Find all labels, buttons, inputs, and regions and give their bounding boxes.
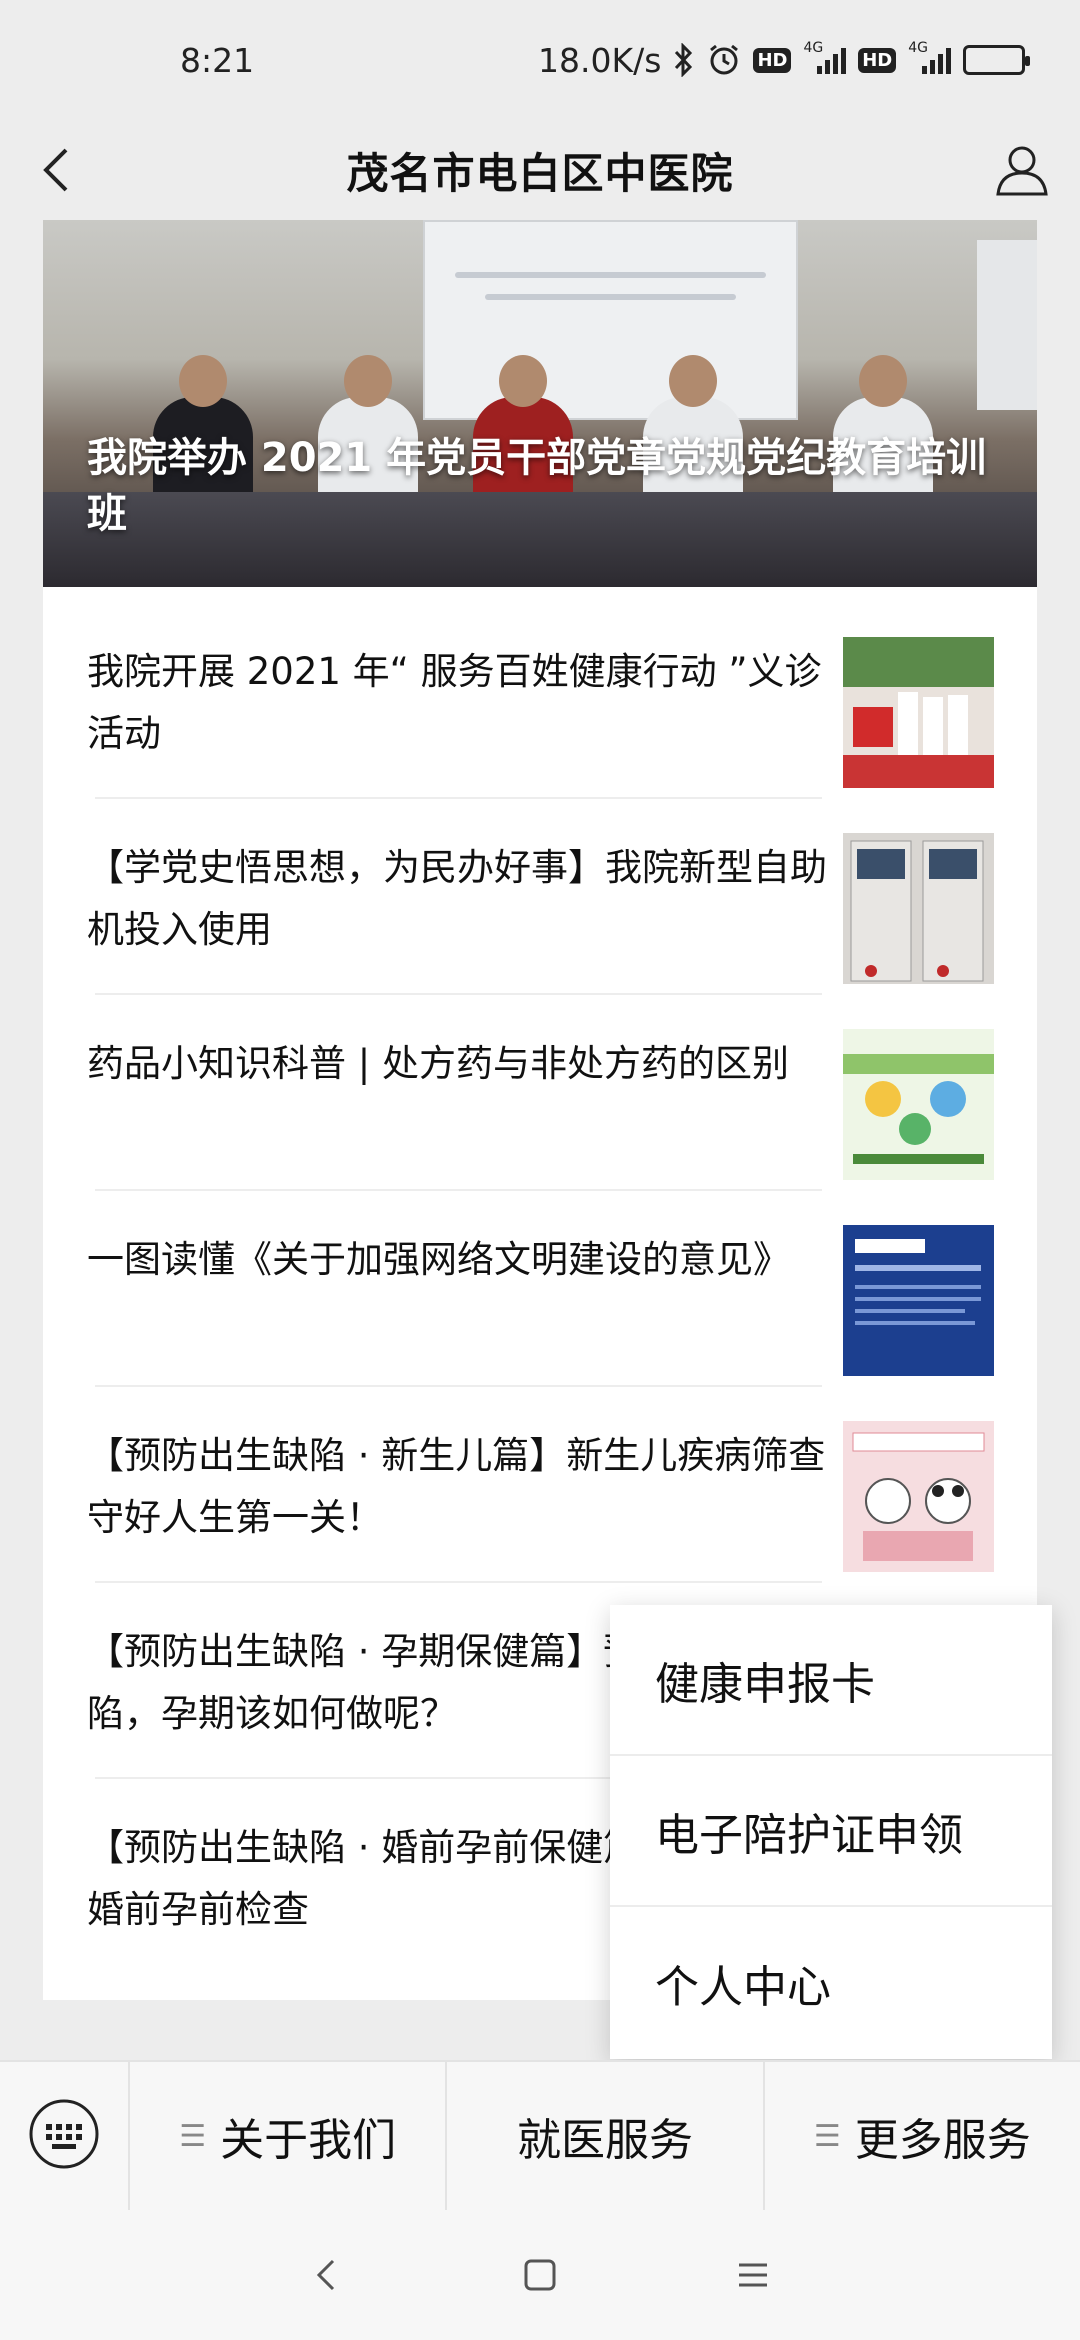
news-thumbnail	[843, 1421, 994, 1572]
recents-nav-icon[interactable]	[718, 2240, 788, 2310]
nav-header: 茂名市电白区中医院	[0, 120, 1080, 220]
banner-caption: 我院举办 2021 年党员干部党章党规党纪教育培训班	[87, 435, 987, 537]
status-time: 8:21	[180, 40, 255, 80]
featured-banner[interactable]: 我院举办 2021 年党员干部党章党规党纪教育培训班	[43, 220, 1037, 587]
list-item[interactable]: 【预防出生缺陷 · 新生儿篇】新生儿疾病筛查 守好人生第一关！	[43, 1371, 1037, 1583]
list-item[interactable]: 药品小知识科普 | 处方药与非处方药的区别	[43, 979, 1037, 1191]
keyboard-icon	[27, 2097, 101, 2175]
tab-more-services[interactable]: ☰ 更多服务	[765, 2061, 1080, 2211]
news-thumbnail	[843, 637, 994, 788]
menu-item-health-card[interactable]: 健康申报卡	[610, 1605, 1052, 1756]
battery-charging-icon	[963, 45, 1030, 75]
chevron-left-icon[interactable]	[32, 142, 88, 198]
list-item[interactable]: 【学党史悟思想，为民办好事】我院新型自助机投入使用	[43, 783, 1037, 995]
signal-icon: 4G	[803, 40, 847, 74]
news-title: 一图读懂《关于加强网络文明建设的意见》	[87, 1238, 790, 1281]
tab-label: 关于我们	[220, 2115, 397, 2166]
more-services-popup: 健康申报卡 电子陪护证申领 个人中心	[610, 1605, 1052, 2059]
app-screen: 8:21 18.0K/s HD 4G HD 4G 茂名市电白区中医院 我院举办 …	[0, 0, 1080, 2340]
system-nav-bar	[0, 2210, 1080, 2340]
news-title: 药品小知识科普 | 处方药与非处方药的区别	[87, 1042, 789, 1085]
keyboard-toggle-button[interactable]	[0, 2061, 130, 2211]
tab-label: 就医服务	[516, 2115, 693, 2166]
tab-label: 更多服务	[854, 2115, 1031, 2166]
network-type: 4G	[908, 40, 928, 56]
news-thumbnail	[843, 833, 994, 984]
bluetooth-icon	[673, 43, 695, 77]
tab-medical-services[interactable]: 就医服务	[447, 2061, 765, 2211]
home-nav-icon[interactable]	[505, 2240, 575, 2310]
news-thumbnail	[843, 1225, 994, 1376]
news-title: 我院开展 2021 年“ 服务百姓健康行动 ”义诊活动	[87, 650, 822, 755]
status-icons: 18.0K/s HD 4G HD 4G	[538, 40, 1030, 80]
back-nav-icon[interactable]	[292, 2240, 362, 2310]
tab-about-us[interactable]: ☰ 关于我们	[130, 2061, 448, 2211]
alarm-icon	[707, 43, 741, 77]
status-bar: 8:21 18.0K/s HD 4G HD 4G	[0, 0, 1080, 120]
user-icon[interactable]	[992, 140, 1052, 200]
menu-lines-icon: ☰	[813, 2118, 841, 2154]
list-item[interactable]: 我院开展 2021 年“ 服务百姓健康行动 ”义诊活动	[43, 587, 1037, 799]
hd-icon: HD	[753, 47, 792, 73]
banner-image	[423, 220, 798, 420]
menu-item-escort-permit[interactable]: 电子陪护证申领	[610, 1756, 1052, 1907]
news-thumbnail	[843, 1029, 994, 1180]
bottom-menu: ☰ 关于我们 就医服务 ☰ 更多服务	[0, 2060, 1080, 2211]
menu-lines-icon: ☰	[179, 2118, 207, 2154]
network-type: 4G	[803, 40, 824, 56]
signal-icon: 4G	[908, 40, 951, 74]
news-title: 【预防出生缺陷 · 新生儿篇】新生儿疾病筛查 守好人生第一关！	[87, 1434, 826, 1539]
hd-icon: HD	[858, 47, 897, 73]
page-title: 茂名市电白区中医院	[346, 148, 734, 198]
news-title: 【学党史悟思想，为民办好事】我院新型自助机投入使用	[87, 846, 827, 951]
menu-item-personal-center[interactable]: 个人中心	[610, 1907, 1052, 2058]
net-speed: 18.0K/s	[538, 40, 662, 80]
list-item[interactable]: 一图读懂《关于加强网络文明建设的意见》	[43, 1175, 1037, 1387]
